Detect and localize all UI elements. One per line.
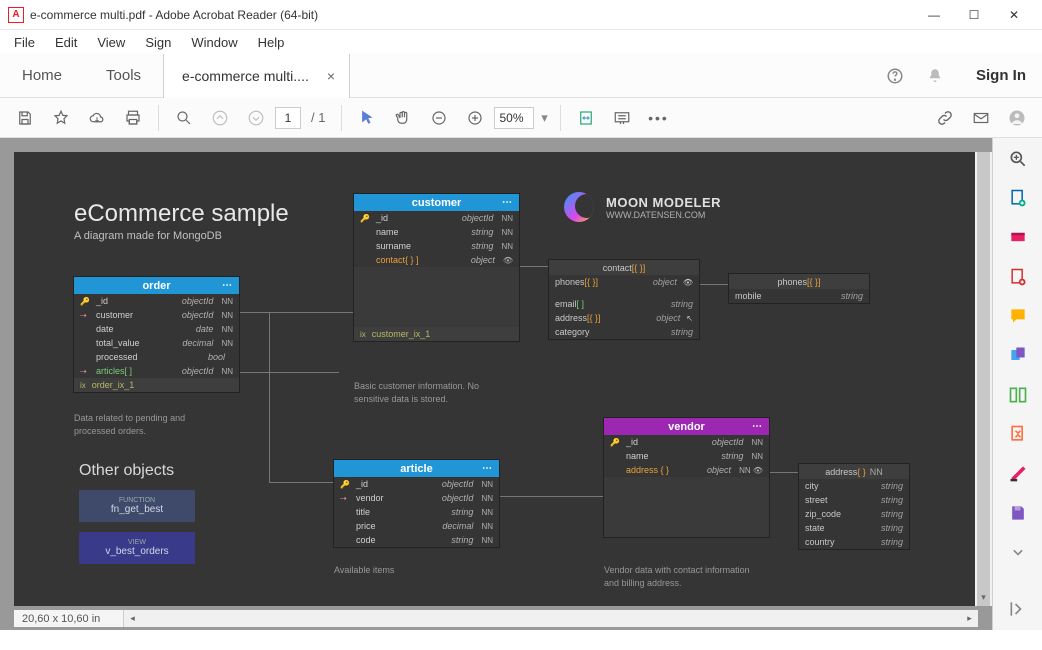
tab-close-icon[interactable]: × (323, 68, 339, 84)
entity-menu-icon[interactable]: ⋯ (752, 421, 763, 432)
tabs-row: Home Tools e-commerce multi.... × Sign I… (0, 54, 1042, 98)
document-area: eCommerce sample A diagram made for Mong… (0, 138, 992, 630)
cloud-icon[interactable] (80, 101, 114, 135)
entity-customer[interactable]: customer⋯ 🔑_idobjectIdNN namestringNN su… (354, 194, 519, 341)
toolbar: / 1 ▾ ••• (0, 98, 1042, 138)
page-total-label: / 1 (311, 110, 325, 125)
close-button[interactable]: ✕ (994, 1, 1034, 29)
help-icon[interactable] (880, 61, 910, 91)
moon-logo-icon (564, 192, 594, 222)
caption-order: Data related to pending and processed or… (74, 412, 224, 437)
zoom-input[interactable] (494, 107, 534, 129)
profile-icon[interactable] (1000, 101, 1034, 135)
app-icon: A (8, 7, 24, 23)
sign-in-button[interactable]: Sign In (960, 67, 1042, 84)
page-down-icon[interactable] (239, 101, 273, 135)
entity-vendor[interactable]: vendor⋯ 🔑_idobjectIdNN namestringNN addr… (604, 418, 769, 537)
page-number-input[interactable] (275, 107, 301, 129)
print-icon[interactable] (116, 101, 150, 135)
tab-home[interactable]: Home (0, 54, 84, 98)
pointer-icon[interactable] (350, 101, 384, 135)
chevron-down-icon[interactable] (1006, 541, 1030, 562)
entity-article-title: article (400, 463, 432, 475)
maximize-button[interactable]: ☐ (954, 1, 994, 29)
more-icon[interactable]: ••• (641, 101, 675, 135)
email-icon[interactable] (964, 101, 998, 135)
entity-vendor-title: vendor (668, 421, 705, 433)
create-pdf-icon[interactable] (1006, 266, 1030, 287)
minimize-button[interactable]: ― (914, 1, 954, 29)
edit-pdf-icon[interactable] (1006, 227, 1030, 248)
entity-article[interactable]: article⋯ 🔑_idobjectIdNN ⇢vendorobjectIdN… (334, 460, 499, 547)
entity-menu-icon[interactable]: ⋯ (482, 463, 493, 474)
object-function[interactable]: FUNCTION fn_get_best (79, 490, 195, 522)
menu-edit[interactable]: Edit (47, 33, 85, 52)
menu-sign[interactable]: Sign (137, 33, 179, 52)
caption-article: Available items (334, 564, 394, 577)
export-pdf-icon[interactable] (1006, 187, 1030, 208)
entity-menu-icon[interactable]: ⋯ (222, 280, 233, 291)
titlebar: A e-commerce multi.pdf - Adobe Acrobat R… (0, 0, 1042, 30)
save-disk-icon[interactable] (1006, 502, 1030, 523)
redact-icon[interactable] (1006, 463, 1030, 484)
zoom-in-icon[interactable] (458, 101, 492, 135)
entity-customer-title: customer (412, 197, 462, 209)
zoom-dropdown-icon[interactable]: ▾ (536, 101, 552, 135)
right-sidebar (992, 138, 1042, 630)
fit-width-icon[interactable] (569, 101, 603, 135)
organize-icon[interactable] (1006, 384, 1030, 405)
tab-document-label: e-commerce multi.... (182, 68, 309, 84)
window-title: e-commerce multi.pdf - Adobe Acrobat Rea… (30, 8, 914, 22)
tab-tools[interactable]: Tools (84, 54, 163, 98)
brand-block: MOON MODELER WWW.DATENSEN.COM (564, 192, 721, 222)
menu-window[interactable]: Window (183, 33, 245, 52)
object-view[interactable]: VIEW v_best_orders (79, 532, 195, 564)
scroll-down-icon[interactable]: ▾ (975, 589, 992, 606)
star-icon[interactable] (44, 101, 78, 135)
nested-contact[interactable]: contact [{ }] phones[{ }]object👁 email[ … (549, 260, 699, 339)
dimensions-label: 20,60 x 10,60 in (14, 610, 124, 627)
nested-phones[interactable]: phones [{ }] mobilestring (729, 274, 869, 303)
combine-icon[interactable] (1006, 345, 1030, 366)
find-icon[interactable] (167, 101, 201, 135)
bell-icon[interactable] (920, 61, 950, 91)
caption-vendor: Vendor data with contact information and… (604, 564, 764, 589)
menu-view[interactable]: View (89, 33, 133, 52)
vertical-scrollbar[interactable]: ▾ (975, 152, 992, 606)
diagram-subtitle: A diagram made for MongoDB (74, 230, 289, 242)
tab-document[interactable]: e-commerce multi.... × (163, 54, 350, 98)
compress-icon[interactable] (1006, 423, 1030, 444)
menu-help[interactable]: Help (250, 33, 293, 52)
menu-file[interactable]: File (6, 33, 43, 52)
other-objects-heading: Other objects (79, 462, 174, 480)
menubar: File Edit View Sign Window Help (0, 30, 1042, 54)
document-canvas[interactable]: eCommerce sample A diagram made for Mong… (14, 152, 978, 606)
scroll-right-icon[interactable]: ▸ (961, 610, 978, 627)
page-up-icon[interactable] (203, 101, 237, 135)
read-mode-icon[interactable] (605, 101, 639, 135)
search-tool-icon[interactable] (1006, 148, 1030, 169)
share-link-icon[interactable] (928, 101, 962, 135)
entity-menu-icon[interactable]: ⋯ (502, 197, 513, 208)
brand-url: WWW.DATENSEN.COM (606, 210, 721, 220)
caption-customer: Basic customer information. No sensitive… (354, 380, 514, 405)
diagram-title: eCommerce sample (74, 200, 289, 228)
nested-address[interactable]: address { }NN citystring streetstring zi… (799, 464, 909, 549)
entity-order[interactable]: order⋯ 🔑_idobjectIdNN ⇢customerobjectIdN… (74, 277, 239, 392)
scroll-left-icon[interactable]: ◂ (124, 610, 141, 627)
zoom-out-icon[interactable] (422, 101, 456, 135)
brand-name: MOON MODELER (606, 195, 721, 210)
collapse-panel-icon[interactable] (1006, 599, 1030, 620)
save-icon[interactable] (8, 101, 42, 135)
entity-order-title: order (142, 280, 170, 292)
horizontal-scrollbar[interactable]: 20,60 x 10,60 in ◂ ▸ (14, 610, 978, 627)
hand-icon[interactable] (386, 101, 420, 135)
comment-icon[interactable] (1006, 305, 1030, 326)
